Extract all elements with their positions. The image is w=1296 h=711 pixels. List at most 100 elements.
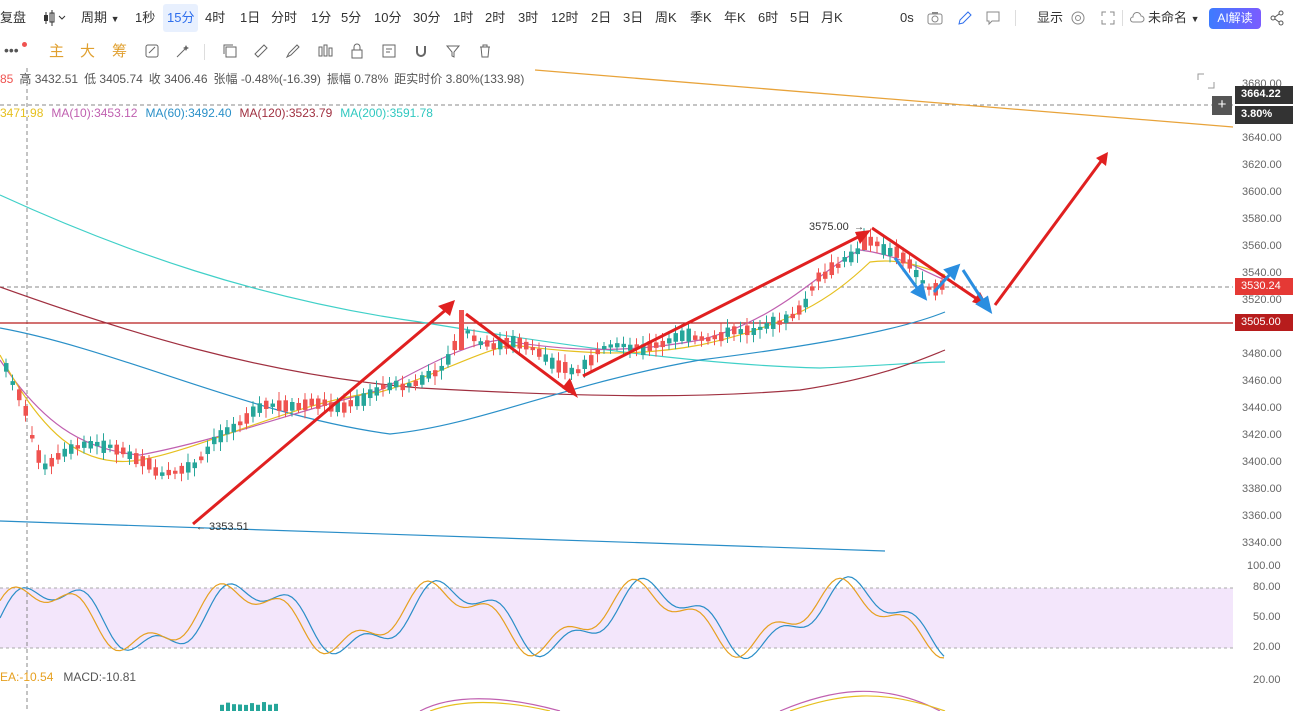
candle-body: [245, 413, 250, 424]
candle-body: [401, 384, 406, 390]
candle-body: [82, 442, 87, 448]
macd-bar: [226, 703, 230, 711]
dea-value: EA:-10.54: [0, 670, 53, 684]
candle-body: [869, 237, 874, 246]
candle-body: [466, 330, 471, 333]
ma10-value: MA(10):3453.12: [51, 106, 137, 120]
macd-bar: [220, 705, 224, 711]
candle-body: [823, 272, 828, 279]
candle-body: [706, 337, 711, 341]
macd-dif-line: [420, 691, 940, 711]
candle-body: [264, 401, 269, 409]
candle-body: [843, 257, 848, 262]
candle-body: [758, 327, 763, 330]
osc-tick-100: 100.00: [1247, 560, 1281, 572]
moving-average-lines: [0, 195, 945, 462]
candle-body: [297, 403, 302, 410]
ma-legend: 3471.98 MA(10):3453.12 MA(60):3492.40 MA(12…: [0, 106, 441, 120]
amplitude-value: 振幅 0.78%: [327, 72, 388, 86]
candle-body: [557, 360, 562, 372]
candle-body: [420, 375, 425, 385]
candle-body: [615, 343, 620, 347]
macd-bar: [244, 705, 248, 711]
low-value: 低 3405.74: [84, 72, 143, 86]
candle-body: [784, 315, 789, 323]
candle-body: [89, 441, 94, 449]
candle-body: [277, 400, 282, 410]
candle-body: [128, 451, 133, 459]
candle-body: [440, 366, 445, 371]
candle-body: [583, 360, 588, 369]
expand-icon[interactable]: [1198, 74, 1214, 88]
open-value: 85: [0, 72, 13, 86]
macd-bar: [262, 702, 266, 711]
ma200-value: MA(200):3591.78: [340, 106, 433, 120]
candle-body: [284, 400, 289, 411]
candle-body: [511, 336, 516, 348]
candle-body: [537, 349, 542, 357]
arrow-down-2: [872, 228, 980, 301]
candle-body: [433, 370, 438, 376]
candle-body: [836, 264, 841, 268]
upper-trendline: [535, 70, 1233, 127]
level-price-label: 3505.00: [1235, 314, 1293, 331]
candle-body: [817, 273, 822, 282]
candle-body: [531, 347, 536, 350]
candle-body: [141, 456, 146, 466]
candle-body: [290, 402, 295, 411]
candle-body: [95, 442, 100, 446]
macd-value: MACD:-10.81: [63, 670, 136, 684]
candle-body: [687, 329, 692, 342]
candle-body: [173, 471, 178, 474]
candle-body: [479, 341, 484, 345]
candle-body: [459, 310, 464, 350]
candle-body: [11, 381, 16, 385]
candle-body: [355, 396, 360, 406]
candle-body: [446, 354, 451, 365]
candle-body: [37, 450, 42, 463]
tick-3420: 3420.00: [1242, 429, 1282, 441]
macd-bar: [238, 704, 242, 711]
candle-body: [303, 399, 308, 409]
candle-body: [388, 383, 393, 390]
candle-body: [518, 338, 523, 349]
tick-3640: 3640.00: [1242, 132, 1282, 144]
ma10-line: [0, 250, 945, 455]
candle-body: [901, 253, 906, 264]
candle-body: [589, 355, 594, 365]
candle-body: [121, 448, 126, 455]
candle-body: [362, 393, 367, 406]
macd-tick-20: 20.00: [1253, 674, 1281, 686]
add-crosshair-button[interactable]: +: [1212, 96, 1232, 115]
candle-body: [888, 248, 893, 256]
candle-body: [375, 387, 380, 395]
candle-body: [310, 399, 315, 406]
candle-body: [797, 305, 802, 314]
candle-body: [407, 383, 412, 387]
candle-body: [914, 270, 919, 277]
candle-body: [908, 259, 913, 268]
candle-body: [427, 371, 432, 379]
candle-body: [180, 466, 185, 474]
high-annotation: 3575.00: [809, 221, 849, 233]
candle-body: [342, 402, 347, 412]
candle-body: [24, 406, 29, 416]
trend-arrows: [193, 152, 1108, 524]
candle-body: [17, 389, 22, 400]
candle-body: [69, 444, 74, 454]
candle-body: [693, 335, 698, 339]
candle-body: [186, 462, 191, 472]
candle-body: [895, 247, 900, 258]
candle-body: [316, 399, 321, 409]
candle-body: [232, 424, 237, 432]
candle-body: [238, 421, 243, 425]
candle-body: [745, 326, 750, 336]
candle-body: [56, 453, 61, 460]
candle-body: [654, 342, 659, 347]
candle-body: [102, 441, 107, 453]
candle-body: [524, 342, 529, 350]
distance-value: 距实时价 3.80%(133.98): [394, 72, 524, 86]
candle-body: [576, 369, 581, 373]
candle-body: [219, 430, 224, 442]
candle-body: [674, 333, 679, 342]
